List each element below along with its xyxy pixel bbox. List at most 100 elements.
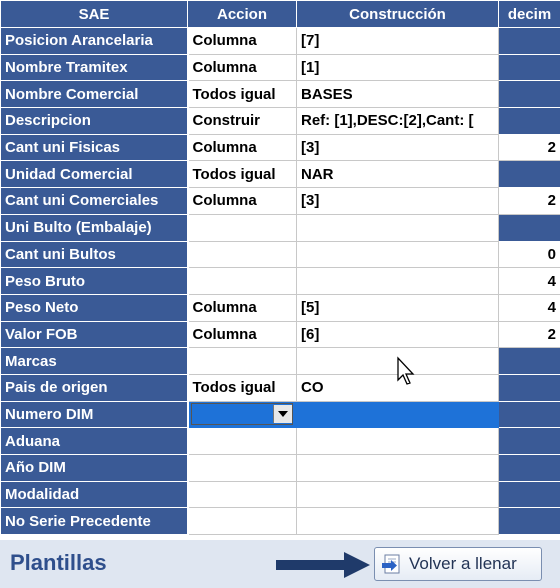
cell-accion[interactable]: Todos igual	[187, 160, 297, 189]
cell-sae[interactable]: No Serie Precedente	[0, 507, 189, 536]
table-row[interactable]: Año DIM	[0, 454, 560, 482]
cell-sae[interactable]: Unidad Comercial	[0, 160, 189, 189]
cell-decim[interactable]: 2	[498, 320, 560, 349]
cell-construccion[interactable]: BASES	[296, 80, 499, 109]
cell-decim[interactable]	[498, 480, 560, 509]
cell-accion[interactable]	[187, 400, 297, 429]
cell-sae[interactable]: Posicion Arancelaria	[0, 27, 189, 55]
cell-construccion[interactable]	[296, 240, 499, 269]
cell-sae[interactable]: Pais de origen	[0, 373, 189, 402]
table-row[interactable]: Peso Neto Columna [5] 4	[0, 293, 560, 322]
table-row[interactable]: Pais de origen Todos igual CO	[0, 373, 560, 402]
cell-construccion[interactable]	[296, 267, 499, 295]
table-row[interactable]: Nombre Tramitex Columna [1]	[0, 53, 560, 82]
cell-accion[interactable]	[187, 427, 297, 455]
header-construccion[interactable]: Construcción	[296, 0, 499, 28]
cell-accion[interactable]: Construir	[187, 107, 297, 135]
cell-accion[interactable]: Todos igual	[187, 80, 297, 109]
table-row[interactable]: Cant uni Comerciales Columna [3] 2	[0, 187, 560, 215]
cell-decim[interactable]	[498, 454, 560, 482]
cell-accion[interactable]: Columna	[187, 293, 297, 322]
cell-accion[interactable]	[187, 454, 297, 482]
cell-decim[interactable]	[498, 427, 560, 455]
refill-button[interactable]: Volver a llenar	[374, 547, 542, 581]
cell-accion[interactable]	[187, 480, 297, 509]
cell-sae[interactable]: Descripcion	[0, 107, 189, 135]
table-row[interactable]: Posicion Arancelaria Columna [7]	[0, 27, 560, 55]
cell-construccion[interactable]	[296, 507, 499, 536]
cell-construccion[interactable]	[296, 480, 499, 509]
cell-decim[interactable]	[498, 107, 560, 135]
chevron-down-icon[interactable]	[272, 405, 292, 424]
cell-accion[interactable]: Columna	[187, 53, 297, 82]
cell-construccion[interactable]: Ref: [1],DESC:[2],Cant: [	[296, 107, 499, 135]
cell-construccion[interactable]	[296, 213, 499, 242]
cell-accion[interactable]: Todos igual	[187, 373, 297, 402]
cell-sae[interactable]: Cant uni Bultos	[0, 240, 189, 269]
cell-construccion[interactable]: [5]	[296, 293, 499, 322]
cell-decim[interactable]	[498, 213, 560, 242]
table-row[interactable]: Aduana	[0, 427, 560, 455]
cell-accion[interactable]	[187, 347, 297, 375]
cell-sae[interactable]: Nombre Comercial	[0, 80, 189, 109]
table-row[interactable]: Numero DIM	[0, 400, 560, 429]
cell-decim[interactable]	[498, 53, 560, 82]
cell-decim[interactable]	[498, 27, 560, 55]
table-row[interactable]: Nombre Comercial Todos igual BASES	[0, 80, 560, 109]
cell-sae[interactable]: Numero DIM	[0, 400, 189, 429]
table-row[interactable]: Peso Bruto 4	[0, 267, 560, 295]
cell-sae[interactable]: Uni Bulto (Embalaje)	[0, 213, 189, 242]
header-decim[interactable]: decim	[498, 0, 560, 28]
table-row[interactable]: Cant uni Fisicas Columna [3] 2	[0, 133, 560, 162]
cell-sae[interactable]: Aduana	[0, 427, 189, 455]
cell-decim[interactable]: 4	[498, 267, 560, 295]
cell-decim[interactable]	[498, 373, 560, 402]
header-accion[interactable]: Accion	[187, 0, 297, 28]
cell-construccion[interactable]: NAR	[296, 160, 499, 189]
cell-decim[interactable]: 2	[498, 187, 560, 215]
cell-decim[interactable]: 0	[498, 240, 560, 269]
table-row[interactable]: Valor FOB Columna [6] 2	[0, 320, 560, 349]
cell-sae[interactable]: Peso Bruto	[0, 267, 189, 295]
table-row[interactable]: Marcas	[0, 347, 560, 375]
cell-construccion[interactable]	[296, 454, 499, 482]
cell-decim[interactable]	[498, 400, 560, 429]
cell-construccion[interactable]: [1]	[296, 53, 499, 82]
cell-construccion[interactable]: [6]	[296, 320, 499, 349]
cell-accion[interactable]: Columna	[187, 187, 297, 215]
table-row[interactable]: Descripcion Construir Ref: [1],DESC:[2],Ca…	[0, 107, 560, 135]
cell-accion[interactable]: Columna	[187, 27, 297, 55]
cell-construccion[interactable]: [3]	[296, 187, 499, 215]
cell-accion[interactable]	[187, 267, 297, 295]
cell-sae[interactable]: Peso Neto	[0, 293, 189, 322]
header-sae[interactable]: SAE	[0, 0, 188, 28]
table-row[interactable]: Uni Bulto (Embalaje)	[0, 213, 560, 242]
cell-decim[interactable]	[498, 507, 560, 536]
cell-decim[interactable]	[498, 347, 560, 375]
cell-construccion[interactable]: [7]	[296, 27, 499, 55]
cell-accion[interactable]: Columna	[187, 133, 297, 162]
cell-accion[interactable]	[187, 213, 297, 242]
cell-decim[interactable]	[498, 160, 560, 189]
accion-dropdown[interactable]	[190, 403, 293, 426]
cell-decim[interactable]	[498, 80, 560, 109]
cell-decim[interactable]: 4	[498, 293, 560, 322]
table-row[interactable]: Cant uni Bultos 0	[0, 240, 560, 269]
cell-construccion[interactable]: [3]	[296, 133, 499, 162]
cell-sae[interactable]: Cant uni Comerciales	[0, 187, 189, 215]
cell-construccion[interactable]	[296, 427, 499, 455]
cell-accion[interactable]: Columna	[187, 320, 297, 349]
table-row[interactable]: Unidad Comercial Todos igual NAR	[0, 160, 560, 189]
table-row[interactable]: No Serie Precedente	[0, 507, 560, 536]
cell-sae[interactable]: Modalidad	[0, 480, 189, 509]
cell-decim[interactable]: 2	[498, 133, 560, 162]
cell-sae[interactable]: Valor FOB	[0, 320, 189, 349]
cell-accion[interactable]	[187, 240, 297, 269]
cell-accion[interactable]	[187, 507, 297, 536]
cell-sae[interactable]: Cant uni Fisicas	[0, 133, 189, 162]
table-row[interactable]: Modalidad	[0, 480, 560, 509]
cell-sae[interactable]: Año DIM	[0, 454, 189, 482]
cell-sae[interactable]: Marcas	[0, 347, 189, 375]
cell-sae[interactable]: Nombre Tramitex	[0, 53, 189, 82]
cell-construccion[interactable]	[296, 400, 499, 429]
